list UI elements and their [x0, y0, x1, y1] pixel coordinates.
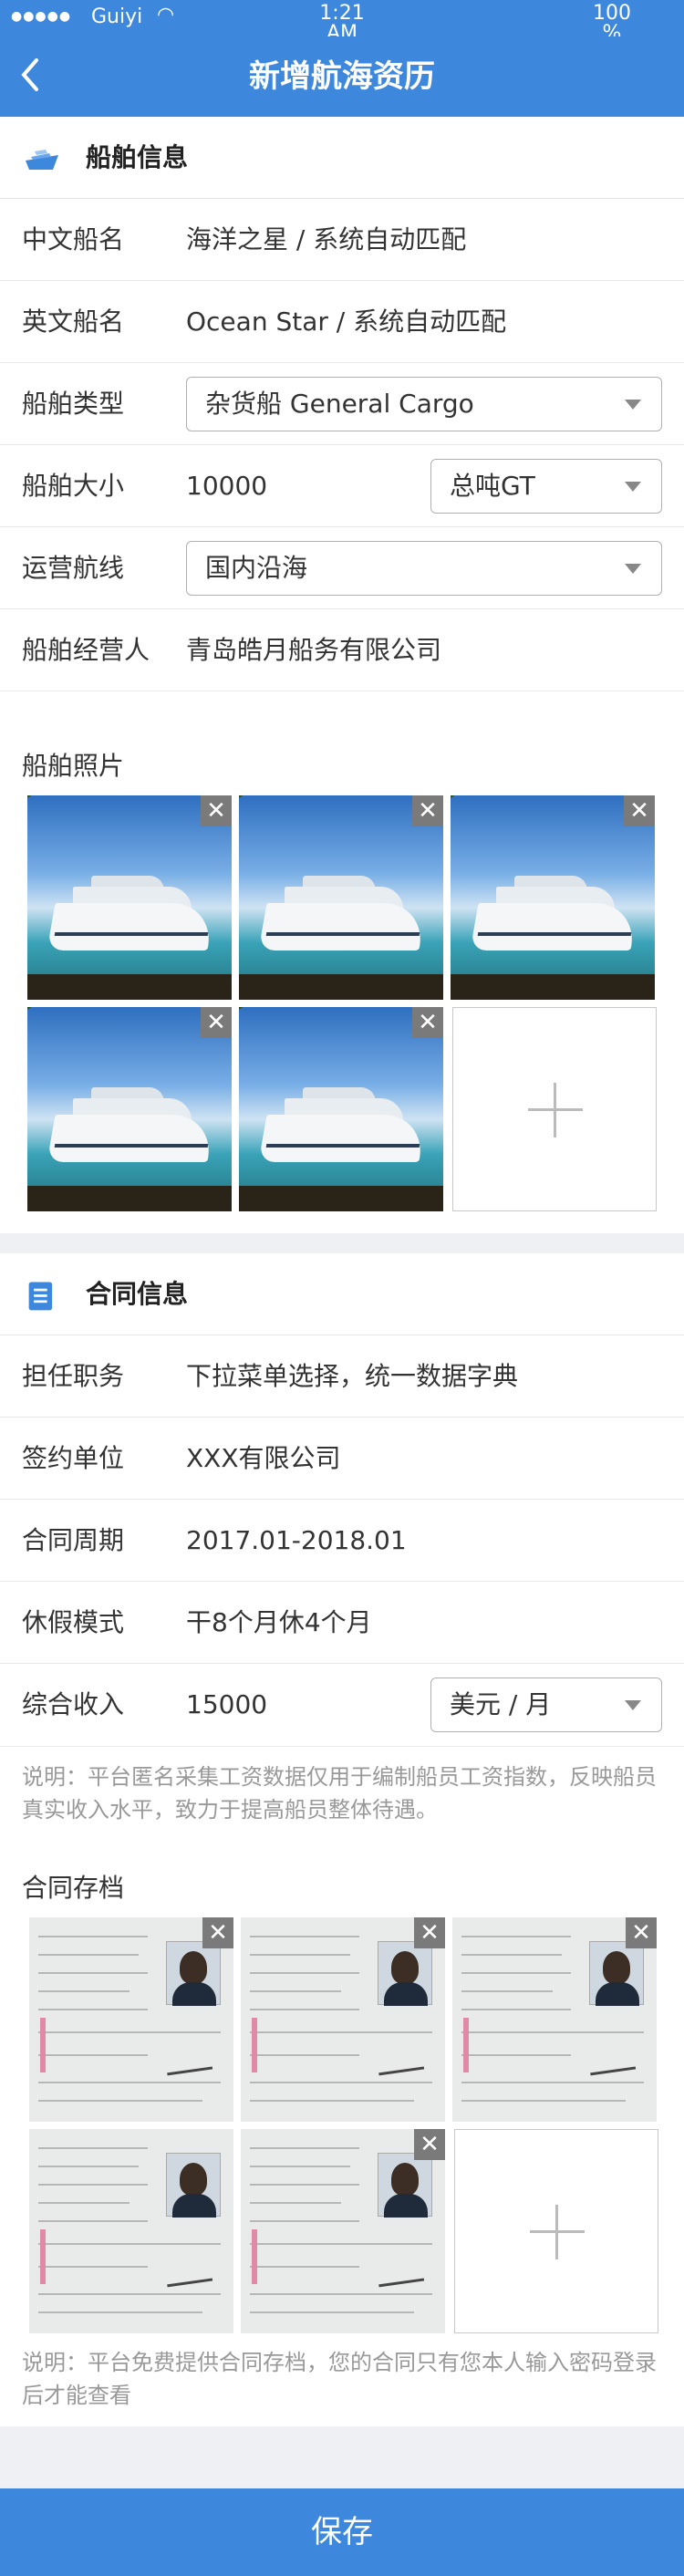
ship-icon	[26, 150, 58, 170]
ship-size-label: 船舶大小	[22, 471, 125, 501]
archive-note: 说明：平台免费提供合同存档，您的合同只有您本人输入密码登录后才能查看	[22, 2350, 657, 2408]
add-contract-document-button[interactable]	[454, 2129, 658, 2333]
ship-photo[interactable]: ✕	[27, 1007, 232, 1211]
section-divider	[0, 1233, 684, 1253]
add-ship-photo-button[interactable]	[452, 1007, 657, 1211]
cn-name-label: 中文船名	[22, 224, 125, 254]
close-icon[interactable]: ✕	[412, 795, 443, 826]
close-icon[interactable]: ✕	[202, 1917, 233, 1948]
company-label: 签约单位	[22, 1443, 125, 1473]
close-icon[interactable]: ✕	[201, 795, 232, 826]
row-period: 合同周期 2017.01-2018.01	[0, 1500, 684, 1582]
period-value[interactable]: 2017.01-2018.01	[186, 1500, 407, 1582]
en-name-label: 英文船名	[22, 306, 125, 337]
carrier-name: Guiyi	[91, 5, 143, 28]
page-title: 新增航海资历	[249, 58, 435, 95]
close-icon[interactable]: ✕	[414, 2129, 445, 2160]
period-label: 合同周期	[22, 1525, 125, 1555]
contract-document[interactable]: ✕	[241, 2129, 445, 2333]
ship-type-select[interactable]: 杂货船 General Cargo	[186, 377, 662, 431]
dropdown-arrow-icon	[625, 1700, 641, 1710]
cn-name-value: 海洋之星 / 系统自动匹配	[186, 224, 467, 254]
row-ship-size: 船舶大小 10000 总吨GT	[0, 445, 684, 527]
ship-photo[interactable]: ✕	[239, 795, 443, 1000]
ship-type-label: 船舶类型	[22, 389, 125, 419]
document-icon	[28, 1282, 53, 1311]
route-label: 运营航线	[22, 553, 125, 583]
ship-size-unit: 总吨GT	[450, 471, 535, 501]
position-value[interactable]: 下拉菜单选择，统一数据字典	[186, 1335, 518, 1418]
dropdown-arrow-icon	[625, 400, 641, 410]
status-bar: ●●●●● Guiyi ◠ 1:21 AM 100 %	[0, 0, 684, 44]
income-label: 综合收入	[22, 1689, 125, 1719]
ship-photo[interactable]: ✕	[451, 795, 655, 1000]
contract-document[interactable]: ✕	[452, 1917, 657, 2122]
dropdown-arrow-icon	[625, 482, 641, 492]
ship-size-value[interactable]: 10000	[186, 445, 267, 527]
row-route: 运营航线 国内沿海	[0, 527, 684, 609]
bottom-spacer	[0, 2426, 684, 2488]
dropdown-arrow-icon	[625, 564, 641, 574]
contract-section-header: 合同信息	[0, 1253, 684, 1335]
en-name-value: Ocean Star / 系统自动匹配	[186, 306, 507, 337]
close-icon[interactable]: ✕	[412, 1007, 443, 1038]
close-icon[interactable]: ✕	[626, 1917, 657, 1948]
position-label: 担任职务	[22, 1361, 125, 1391]
income-value[interactable]: 15000	[186, 1664, 267, 1746]
close-icon[interactable]: ✕	[624, 795, 655, 826]
save-button[interactable]: 保存	[0, 2488, 684, 2576]
operator-label: 船舶经营人	[22, 635, 150, 665]
ship-type-value: 杂货船 General Cargo	[205, 389, 474, 419]
leave-label: 休假模式	[22, 1607, 125, 1637]
close-icon[interactable]: ✕	[414, 1917, 445, 1948]
close-icon[interactable]: ✕	[201, 1007, 232, 1038]
back-button[interactable]	[16, 55, 53, 95]
chevron-left-icon	[21, 58, 38, 91]
ship-photo[interactable]: ✕	[27, 795, 232, 1000]
row-en-name: 英文船名 Ocean Star / 系统自动匹配	[0, 281, 684, 363]
nav-bar: 新增航海资历	[0, 36, 684, 117]
ship-photo[interactable]: ✕	[239, 1007, 443, 1211]
contract-section-title: 合同信息	[86, 1279, 189, 1309]
row-company: 签约单位 XXX有限公司	[0, 1418, 684, 1500]
row-income: 综合收入 15000 美元 / 月	[0, 1664, 684, 1746]
income-note: 说明：平台匿名采集工资数据仅用于编制船员工资指数，反映船员真实收入水平，致力于提…	[22, 1764, 657, 1823]
ship-size-unit-select[interactable]: 总吨GT	[430, 459, 662, 514]
signal-icon: ●●●●●	[11, 9, 72, 24]
row-ship-type: 船舶类型 杂货船 General Cargo	[0, 363, 684, 445]
leave-value[interactable]: 干8个月休4个月	[186, 1582, 372, 1664]
row-leave: 休假模式 干8个月休4个月	[0, 1582, 684, 1664]
row-operator: 船舶经营人 青岛皓月船务有限公司	[0, 609, 684, 691]
contract-document[interactable]	[29, 2129, 233, 2333]
ship-section-header: 船舶信息	[0, 117, 684, 199]
contract-document[interactable]: ✕	[241, 1917, 445, 2122]
ship-section-title: 船舶信息	[86, 142, 189, 172]
income-unit: 美元 / 月	[450, 1689, 552, 1719]
income-unit-select[interactable]: 美元 / 月	[430, 1678, 662, 1732]
operator-value: 青岛皓月船务有限公司	[186, 635, 442, 665]
route-select[interactable]: 国内沿海	[186, 541, 662, 596]
contract-archive-label: 合同存档	[22, 1873, 125, 1903]
company-value[interactable]: XXX有限公司	[186, 1418, 341, 1500]
contract-document[interactable]: ✕	[29, 1917, 233, 2122]
ship-photos-label: 船舶照片	[22, 751, 125, 781]
row-cn-name: 中文船名 海洋之星 / 系统自动匹配	[0, 199, 684, 281]
row-position[interactable]: 担任职务 下拉菜单选择，统一数据字典	[0, 1335, 684, 1418]
wifi-icon: ◠	[157, 4, 175, 26]
route-value: 国内沿海	[205, 553, 308, 583]
